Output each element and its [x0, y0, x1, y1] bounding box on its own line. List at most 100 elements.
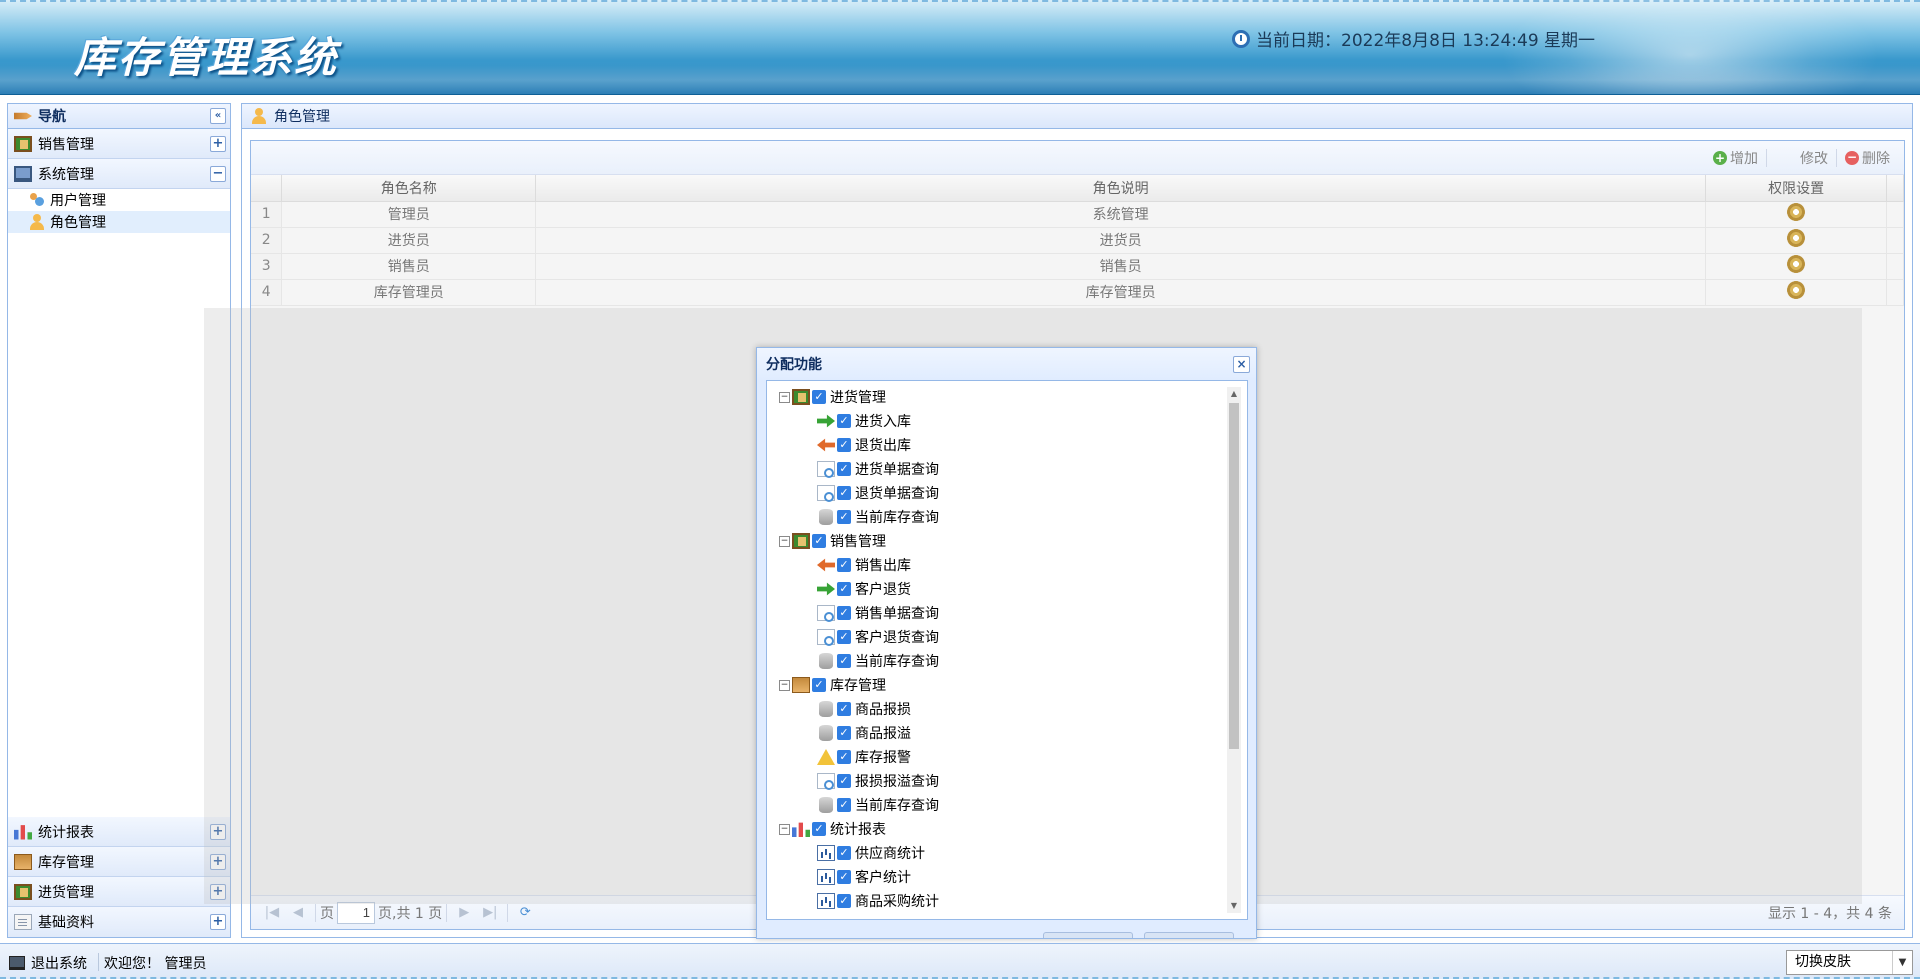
checkbox-checked-icon[interactable]: ✓ — [837, 630, 851, 644]
first-page-icon[interactable]: |◀ — [262, 905, 282, 920]
nav-group-sales[interactable]: 销售管理 + — [8, 129, 230, 159]
gear-icon[interactable] — [1787, 281, 1806, 299]
tree-node-item[interactable]: ✓ 供应商统计 — [779, 841, 1247, 865]
tree-node-item[interactable]: ✓ 客户退货查询 — [779, 625, 1247, 649]
column-header-role-desc[interactable]: 角色说明 — [535, 175, 1707, 202]
checkbox-checked-icon[interactable]: ✓ — [837, 774, 851, 788]
tree-node-label: 当前库存查询 — [855, 798, 939, 814]
add-button[interactable]: + 增加 — [1705, 148, 1766, 168]
tree-collapse-icon[interactable]: − — [779, 535, 790, 547]
tree-collapse-icon[interactable]: − — [779, 823, 790, 835]
tree-node-item[interactable]: ✓ 销售出库 — [779, 553, 1247, 577]
checkbox-checked-icon[interactable]: ✓ — [812, 678, 826, 692]
gear-icon[interactable] — [1787, 255, 1806, 273]
tree-node-item[interactable]: ✓ 库存报警 — [779, 745, 1247, 769]
nav-group-inventory[interactable]: 库存管理 + — [8, 847, 230, 877]
nav-group-basic-data[interactable]: 基础资料 + — [8, 907, 230, 937]
checkbox-checked-icon[interactable]: ✓ — [837, 486, 851, 500]
tree-node-item[interactable]: ✓ 客户退货 — [779, 577, 1247, 601]
nav-item-role-management[interactable]: 角色管理 — [8, 211, 230, 233]
collapse-button[interactable]: − — [210, 165, 226, 182]
column-header-permission[interactable]: 权限设置 — [1705, 175, 1887, 202]
skin-select[interactable]: 切换皮肤 ▼ — [1786, 950, 1913, 975]
tree-node-item[interactable]: ✓ 商品报溢 — [779, 721, 1247, 745]
tree-node-item[interactable]: ✓ 进货单据查询 — [779, 457, 1247, 481]
table-row[interactable]: 4 库存管理员 库存管理员 — [251, 279, 1905, 306]
tree-node-group[interactable]: − ✓ 进货管理 — [779, 385, 1247, 409]
tree-node-item[interactable]: ✓ 商品采购统计 — [779, 889, 1247, 913]
collapse-nav-button[interactable]: « — [210, 108, 226, 124]
gear-icon[interactable] — [1787, 203, 1806, 221]
prev-page-icon[interactable]: ◀ — [288, 905, 308, 920]
checkbox-checked-icon[interactable]: ✓ — [812, 822, 826, 836]
logout-button[interactable]: 退出系统 — [9, 953, 87, 973]
checkbox-checked-icon[interactable]: ✓ — [837, 846, 851, 860]
nav-group-system[interactable]: 系统管理 − — [8, 159, 230, 189]
checkbox-checked-icon[interactable]: ✓ — [837, 702, 851, 716]
checkbox-checked-icon[interactable]: ✓ — [837, 582, 851, 596]
last-page-icon[interactable]: ▶| — [480, 905, 500, 920]
table-row[interactable]: 1 管理员 系统管理 — [251, 201, 1905, 228]
save-button[interactable] — [1043, 932, 1133, 938]
cancel-button[interactable] — [1144, 932, 1234, 938]
tree-node-label: 进货单据查询 — [855, 462, 939, 478]
checkbox-checked-icon[interactable]: ✓ — [812, 534, 826, 548]
next-page-icon[interactable]: ▶ — [454, 905, 474, 920]
tree-node-item[interactable]: ✓ 销售单据查询 — [779, 601, 1247, 625]
checkbox-checked-icon[interactable]: ✓ — [837, 558, 851, 572]
page-number-input[interactable] — [337, 901, 375, 924]
tree-collapse-icon[interactable]: − — [779, 679, 790, 691]
table-row[interactable]: 3 销售员 销售员 — [251, 253, 1905, 280]
refresh-icon[interactable]: ⟳ — [515, 905, 535, 920]
table-row[interactable]: 2 进货员 进货员 — [251, 227, 1905, 254]
checkbox-checked-icon[interactable]: ✓ — [837, 870, 851, 884]
expand-button[interactable]: + — [210, 135, 226, 152]
scroll-thumb[interactable] — [1229, 403, 1239, 749]
nav-group-purchasing[interactable]: 进货管理 + — [8, 877, 230, 907]
checkbox-checked-icon[interactable]: ✓ — [837, 654, 851, 668]
user-icon — [250, 108, 268, 124]
nav-group-reports[interactable]: 统计报表 + — [8, 817, 230, 847]
scroll-down-icon[interactable]: ▼ — [1227, 899, 1241, 913]
edit-button[interactable]: 修改 — [1767, 148, 1836, 168]
expand-button[interactable]: + — [210, 914, 226, 930]
tree-node-item[interactable]: ✓ 报损报溢查询 — [779, 769, 1247, 793]
door-icon — [792, 389, 810, 405]
checkbox-checked-icon[interactable]: ✓ — [837, 414, 851, 428]
tree-node-label: 库存报警 — [855, 750, 911, 766]
tree-collapse-icon[interactable]: − — [779, 391, 790, 403]
checkbox-checked-icon[interactable]: ✓ — [837, 510, 851, 524]
column-header-role-name[interactable]: 角色名称 — [281, 175, 537, 202]
tree-node-group[interactable]: − ✓ 库存管理 — [779, 673, 1247, 697]
tree-node-item[interactable]: ✓ 退货出库 — [779, 433, 1247, 457]
checkbox-checked-icon[interactable]: ✓ — [837, 894, 851, 908]
role-desc-cell: 销售员 — [535, 253, 1707, 280]
delete-button[interactable]: − 删除 — [1837, 148, 1898, 168]
chevron-down-icon[interactable]: ▼ — [1892, 951, 1912, 974]
tree-node-group[interactable]: − ✓ 销售管理 — [779, 529, 1247, 553]
scroll-up-icon[interactable]: ▲ — [1227, 387, 1241, 401]
tree-node-item[interactable]: ✓ 退货单据查询 — [779, 481, 1247, 505]
checkbox-checked-icon[interactable]: ✓ — [837, 462, 851, 476]
close-icon[interactable]: × — [1233, 355, 1250, 373]
current-date-text: 当前日期：2022年8月8日 13:24:49 星期一 — [1256, 31, 1596, 51]
assign-functions-dialog: 分配功能 × − ✓ 进货管理 ✓ 进货入库 ✓ 退货出库 ✓ 进货单据查询 ✓ 退货单据查询 ✓ 当前… — [756, 347, 1257, 939]
checkbox-checked-icon[interactable]: ✓ — [837, 438, 851, 452]
checkbox-checked-icon[interactable]: ✓ — [812, 390, 826, 404]
tree-node-item[interactable]: ✓ 客户统计 — [779, 865, 1247, 889]
tree-node-item[interactable]: ✓ 当前库存查询 — [779, 649, 1247, 673]
checkbox-checked-icon[interactable]: ✓ — [837, 798, 851, 812]
checkbox-checked-icon[interactable]: ✓ — [837, 606, 851, 620]
tree-scrollbar[interactable]: ▲ ▼ — [1227, 387, 1241, 913]
tree-node-label: 当前库存查询 — [855, 510, 939, 526]
nav-item-label: 角色管理 — [50, 215, 106, 231]
tree-node-item[interactable]: ✓ 商品报损 — [779, 697, 1247, 721]
tree-node-item[interactable]: ✓ 当前库存查询 — [779, 793, 1247, 817]
gear-icon[interactable] — [1787, 229, 1806, 247]
checkbox-checked-icon[interactable]: ✓ — [837, 750, 851, 764]
tree-node-item[interactable]: ✓ 当前库存查询 — [779, 505, 1247, 529]
tree-node-group[interactable]: − ✓ 统计报表 — [779, 817, 1247, 841]
tree-node-item[interactable]: ✓ 进货入库 — [779, 409, 1247, 433]
checkbox-checked-icon[interactable]: ✓ — [837, 726, 851, 740]
nav-item-user-management[interactable]: 用户管理 — [8, 189, 230, 211]
